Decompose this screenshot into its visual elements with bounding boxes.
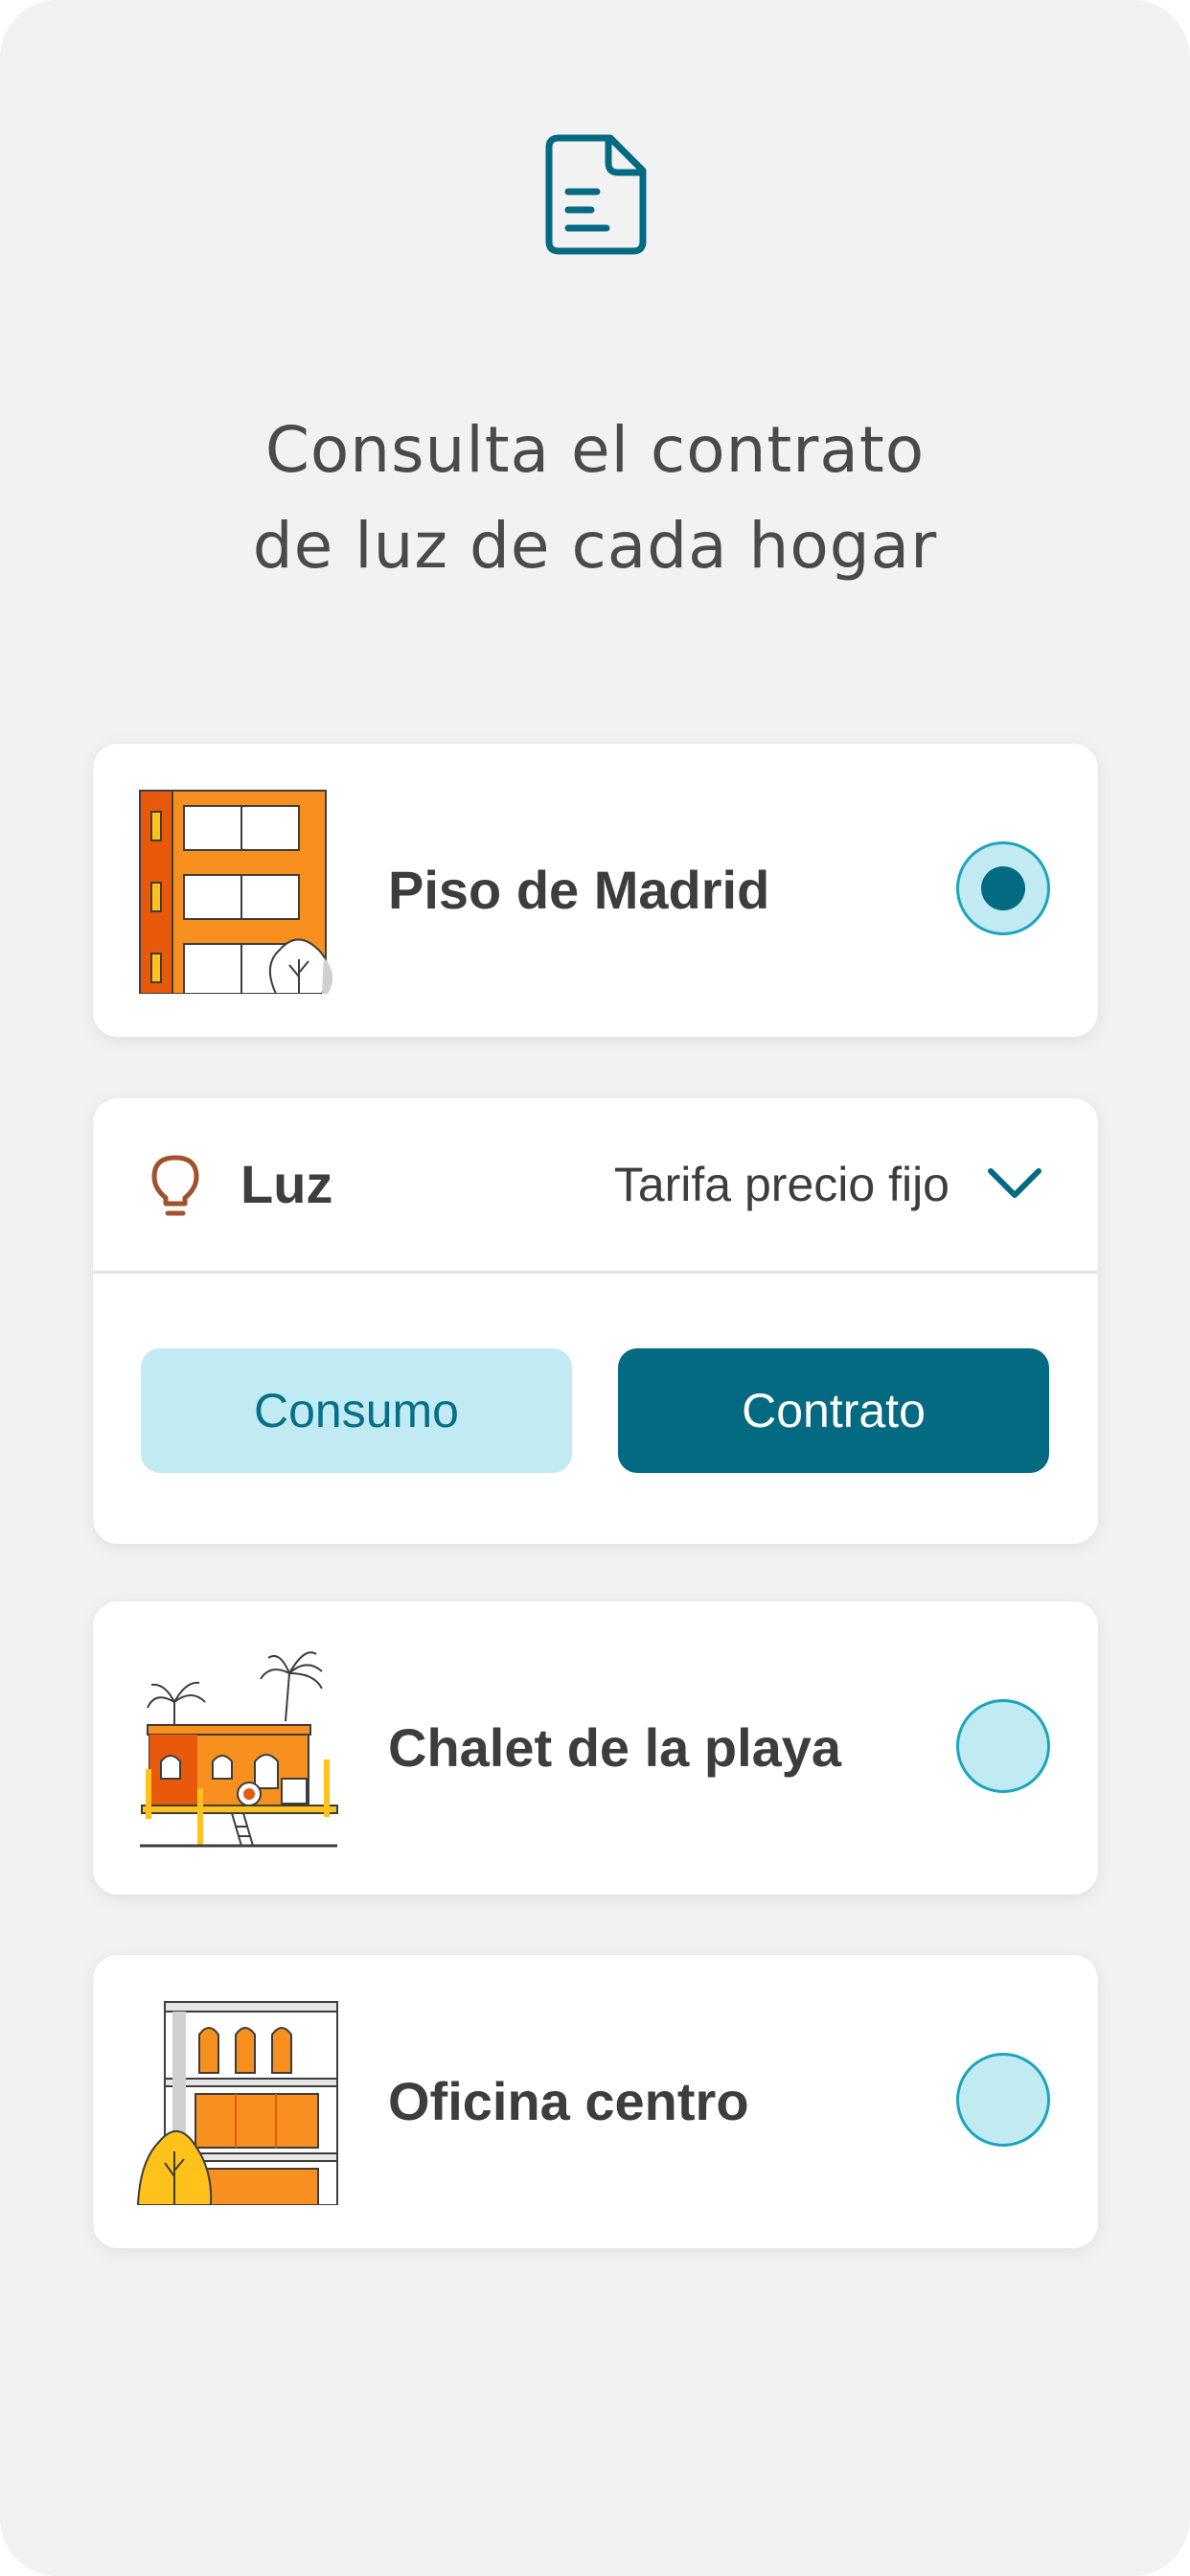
page-title-line-2: de luz de cada hogar <box>252 509 938 583</box>
document-icon <box>545 134 647 255</box>
screen: Consulta el contrato de luz de cada hoga… <box>0 0 1190 2576</box>
chevron-down-icon[interactable] <box>987 1165 1042 1202</box>
page-title-line-1: Consulta el contrato <box>264 413 926 487</box>
page-title: Consulta el contrato de luz de cada hoga… <box>0 402 1190 594</box>
home-radio-unselected[interactable] <box>956 2053 1050 2147</box>
radio-selected-dot <box>981 866 1025 910</box>
home-card-chalet-de-la-playa[interactable]: Chalet de la playa <box>93 1601 1098 1895</box>
home-radio-selected[interactable] <box>956 841 1050 935</box>
office-building-illustration <box>136 2001 338 2205</box>
consumo-button[interactable]: Consumo <box>141 1348 572 1473</box>
home-name: Chalet de la playa <box>388 1717 842 1778</box>
beach-house-illustration <box>140 1651 338 1848</box>
service-name: Luz <box>240 1154 333 1214</box>
divider <box>93 1271 1098 1274</box>
home-card-oficina-centro[interactable]: Oficina centro <box>93 1955 1098 2248</box>
home-name: Oficina centro <box>388 2071 749 2131</box>
home-radio-unselected[interactable] <box>956 1699 1050 1793</box>
service-header[interactable]: Luz Tarifa precio fijo <box>93 1098 1098 1271</box>
contrato-button[interactable]: Contrato <box>618 1348 1049 1473</box>
service-tariff: Tarifa precio fijo <box>613 1158 950 1211</box>
lightbulb-icon <box>151 1155 199 1216</box>
apartment-building-illustration <box>139 790 333 994</box>
home-name: Piso de Madrid <box>388 860 770 920</box>
home-card-piso-de-madrid[interactable]: Piso de Madrid <box>93 744 1098 1037</box>
service-card-luz: Luz Tarifa precio fijo Consumo Contrato <box>93 1098 1098 1544</box>
